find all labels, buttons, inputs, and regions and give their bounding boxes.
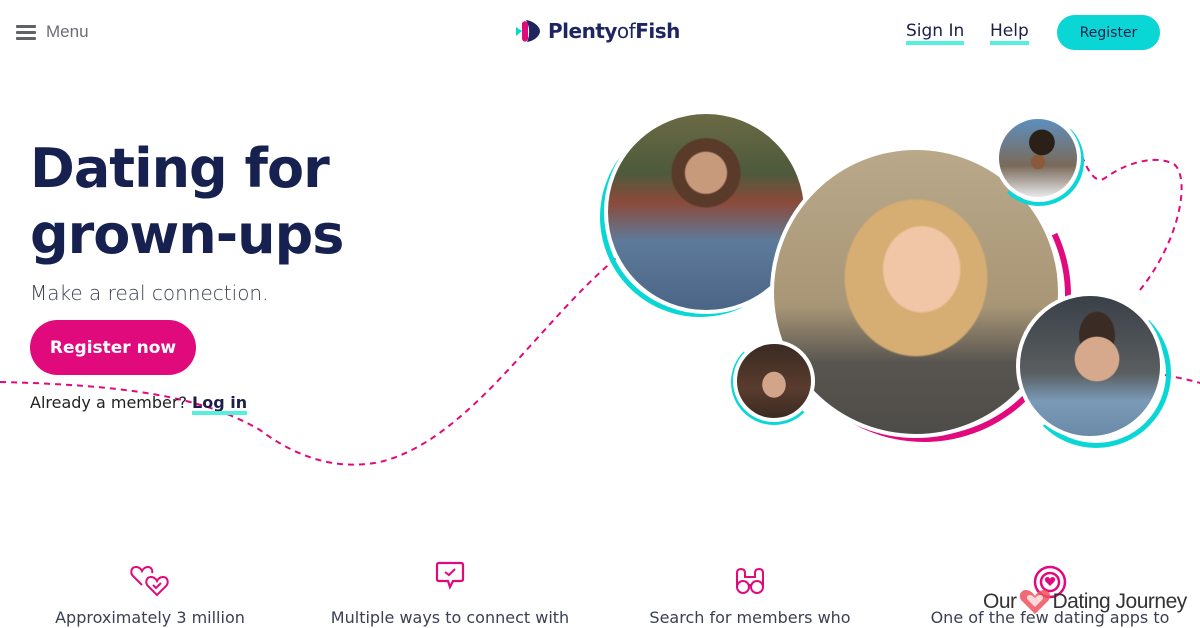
feature-text: Approximately 3 million	[55, 608, 245, 627]
feature-text: Multiple ways to connect with	[330, 608, 570, 627]
hearts-check-icon	[130, 565, 169, 597]
help-link[interactable]: Help	[990, 21, 1029, 45]
heart-icon	[1019, 590, 1050, 614]
sign-in-link[interactable]: Sign In	[906, 21, 965, 45]
profile-photo-smiling-man	[1016, 292, 1164, 440]
hamburger-icon	[16, 24, 36, 40]
hero-subtitle: Make a real connection.	[30, 281, 269, 305]
menu-label: Menu	[46, 22, 89, 41]
profile-photo-woman-curly-hair	[995, 115, 1081, 201]
watermark-left-text: Our	[983, 590, 1017, 613]
feature-text: Search for members who	[649, 608, 851, 627]
hero-title-line-2: grown-ups	[30, 203, 344, 266]
chat-check-icon	[435, 561, 465, 590]
plentyoffish-logo[interactable]: PlentyofFish	[514, 17, 680, 45]
log-in-link[interactable]: Log in	[192, 393, 247, 412]
feature-item: Search for members who	[600, 560, 900, 627]
logo-text: PlentyofFish	[548, 19, 680, 43]
menu-button[interactable]: Menu	[16, 22, 89, 42]
hero-title-line-1: Dating for	[30, 137, 330, 200]
already-member-label: Already a member?	[30, 393, 187, 412]
register-button[interactable]: Register	[1057, 15, 1160, 50]
hero-title: Dating for grown-ups	[30, 136, 344, 268]
already-member-text: Already a member? Log in	[30, 393, 247, 412]
profile-photo-dark-haired-woman	[733, 340, 815, 422]
top-header: Menu PlentyofFish Sign In Help Register	[0, 0, 1200, 64]
register-now-button[interactable]: Register now	[30, 320, 196, 375]
our-dating-journey-watermark: Our Dating Journey	[983, 588, 1187, 616]
feature-item: Multiple ways to connect with	[300, 560, 600, 627]
fish-logo-icon	[516, 20, 540, 42]
feature-item: Approximately 3 million	[0, 560, 300, 627]
binoculars-icon	[736, 567, 764, 594]
watermark-right-text: Dating Journey	[1052, 590, 1188, 613]
